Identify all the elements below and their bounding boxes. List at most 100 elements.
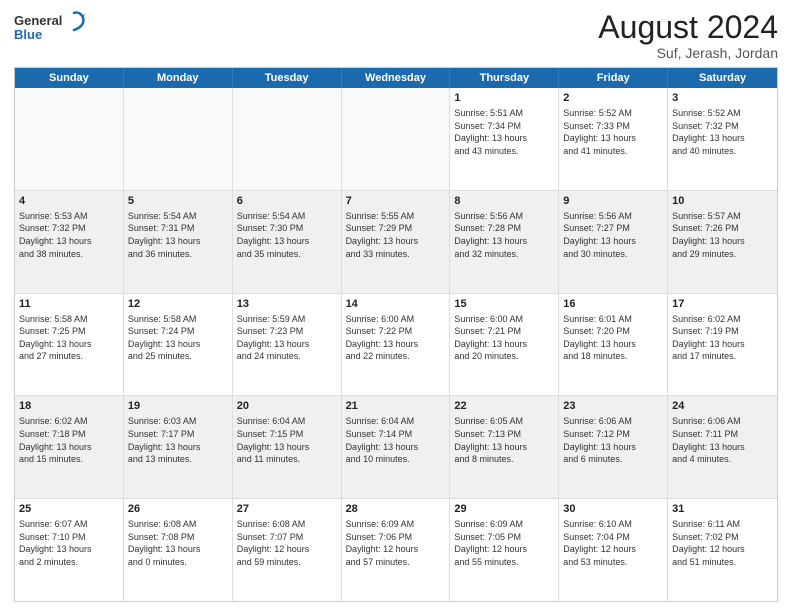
day-number: 9 xyxy=(563,194,663,209)
day-info: Sunrise: 6:03 AMSunset: 7:17 PMDaylight:… xyxy=(128,415,228,465)
sunrise-time: Sunrise: 6:07 AM xyxy=(19,518,119,531)
calendar-cell: 8Sunrise: 5:56 AMSunset: 7:28 PMDaylight… xyxy=(450,191,559,293)
day-info: Sunrise: 5:58 AMSunset: 7:25 PMDaylight:… xyxy=(19,313,119,363)
sunset-time: Sunset: 7:10 PM xyxy=(19,531,119,544)
sunset-time: Sunset: 7:33 PM xyxy=(563,120,663,133)
calendar-header-day: Wednesday xyxy=(342,68,451,88)
day-info: Sunrise: 5:53 AMSunset: 7:32 PMDaylight:… xyxy=(19,210,119,260)
daylight-minutes: and 13 minutes. xyxy=(128,453,228,466)
daylight-minutes: and 36 minutes. xyxy=(128,248,228,261)
daylight-minutes: and 22 minutes. xyxy=(346,350,446,363)
sunset-time: Sunset: 7:14 PM xyxy=(346,428,446,441)
daylight-hours: Daylight: 13 hours xyxy=(128,441,228,454)
calendar-cell: 28Sunrise: 6:09 AMSunset: 7:06 PMDayligh… xyxy=(342,499,451,601)
daylight-minutes: and 25 minutes. xyxy=(128,350,228,363)
calendar-cell: 26Sunrise: 6:08 AMSunset: 7:08 PMDayligh… xyxy=(124,499,233,601)
day-number: 3 xyxy=(672,91,773,106)
daylight-hours: Daylight: 13 hours xyxy=(128,338,228,351)
sunset-time: Sunset: 7:24 PM xyxy=(128,325,228,338)
day-info: Sunrise: 5:58 AMSunset: 7:24 PMDaylight:… xyxy=(128,313,228,363)
day-number: 13 xyxy=(237,297,337,312)
calendar-week: 25Sunrise: 6:07 AMSunset: 7:10 PMDayligh… xyxy=(15,499,777,601)
day-info: Sunrise: 5:52 AMSunset: 7:33 PMDaylight:… xyxy=(563,107,663,157)
sunrise-time: Sunrise: 5:59 AM xyxy=(237,313,337,326)
calendar-cell: 1Sunrise: 5:51 AMSunset: 7:34 PMDaylight… xyxy=(450,88,559,190)
sunrise-time: Sunrise: 5:57 AM xyxy=(672,210,773,223)
daylight-hours: Daylight: 13 hours xyxy=(563,441,663,454)
day-info: Sunrise: 6:09 AMSunset: 7:06 PMDaylight:… xyxy=(346,518,446,568)
day-number: 17 xyxy=(672,297,773,312)
day-info: Sunrise: 6:00 AMSunset: 7:21 PMDaylight:… xyxy=(454,313,554,363)
sunrise-time: Sunrise: 6:08 AM xyxy=(128,518,228,531)
daylight-hours: Daylight: 13 hours xyxy=(563,132,663,145)
day-info: Sunrise: 5:52 AMSunset: 7:32 PMDaylight:… xyxy=(672,107,773,157)
calendar-cell: 13Sunrise: 5:59 AMSunset: 7:23 PMDayligh… xyxy=(233,294,342,396)
daylight-hours: Daylight: 12 hours xyxy=(237,543,337,556)
sunrise-time: Sunrise: 5:52 AM xyxy=(563,107,663,120)
daylight-minutes: and 43 minutes. xyxy=(454,145,554,158)
day-number: 14 xyxy=(346,297,446,312)
day-number: 21 xyxy=(346,399,446,414)
daylight-minutes: and 6 minutes. xyxy=(563,453,663,466)
sunrise-time: Sunrise: 6:09 AM xyxy=(454,518,554,531)
day-number: 5 xyxy=(128,194,228,209)
sunrise-time: Sunrise: 6:06 AM xyxy=(672,415,773,428)
sunset-time: Sunset: 7:22 PM xyxy=(346,325,446,338)
sunset-time: Sunset: 7:11 PM xyxy=(672,428,773,441)
logo-bird-icon xyxy=(62,10,86,36)
day-info: Sunrise: 5:56 AMSunset: 7:28 PMDaylight:… xyxy=(454,210,554,260)
day-info: Sunrise: 5:55 AMSunset: 7:29 PMDaylight:… xyxy=(346,210,446,260)
daylight-minutes: and 20 minutes. xyxy=(454,350,554,363)
daylight-minutes: and 27 minutes. xyxy=(19,350,119,363)
sunset-time: Sunset: 7:31 PM xyxy=(128,222,228,235)
sunset-time: Sunset: 7:15 PM xyxy=(237,428,337,441)
calendar-cell: 30Sunrise: 6:10 AMSunset: 7:04 PMDayligh… xyxy=(559,499,668,601)
sunset-time: Sunset: 7:32 PM xyxy=(19,222,119,235)
sunrise-time: Sunrise: 6:04 AM xyxy=(346,415,446,428)
daylight-hours: Daylight: 13 hours xyxy=(454,441,554,454)
day-info: Sunrise: 5:54 AMSunset: 7:30 PMDaylight:… xyxy=(237,210,337,260)
sunset-time: Sunset: 7:29 PM xyxy=(346,222,446,235)
calendar-cell: 23Sunrise: 6:06 AMSunset: 7:12 PMDayligh… xyxy=(559,396,668,498)
sunrise-time: Sunrise: 6:09 AM xyxy=(346,518,446,531)
daylight-hours: Daylight: 13 hours xyxy=(19,543,119,556)
day-info: Sunrise: 6:07 AMSunset: 7:10 PMDaylight:… xyxy=(19,518,119,568)
calendar-cell: 20Sunrise: 6:04 AMSunset: 7:15 PMDayligh… xyxy=(233,396,342,498)
day-info: Sunrise: 6:11 AMSunset: 7:02 PMDaylight:… xyxy=(672,518,773,568)
day-number: 8 xyxy=(454,194,554,209)
title-block: August 2024 Suf, Jerash, Jordan xyxy=(598,10,778,61)
daylight-hours: Daylight: 13 hours xyxy=(563,235,663,248)
sunrise-time: Sunrise: 5:56 AM xyxy=(454,210,554,223)
daylight-minutes: and 24 minutes. xyxy=(237,350,337,363)
day-number: 19 xyxy=(128,399,228,414)
day-info: Sunrise: 6:04 AMSunset: 7:14 PMDaylight:… xyxy=(346,415,446,465)
sunrise-time: Sunrise: 5:54 AM xyxy=(128,210,228,223)
calendar-week: 18Sunrise: 6:02 AMSunset: 7:18 PMDayligh… xyxy=(15,396,777,499)
day-number: 7 xyxy=(346,194,446,209)
calendar-cell: 18Sunrise: 6:02 AMSunset: 7:18 PMDayligh… xyxy=(15,396,124,498)
day-info: Sunrise: 6:08 AMSunset: 7:08 PMDaylight:… xyxy=(128,518,228,568)
calendar-cell: 9Sunrise: 5:56 AMSunset: 7:27 PMDaylight… xyxy=(559,191,668,293)
sunrise-time: Sunrise: 5:53 AM xyxy=(19,210,119,223)
sunrise-time: Sunrise: 5:55 AM xyxy=(346,210,446,223)
day-number: 15 xyxy=(454,297,554,312)
daylight-hours: Daylight: 13 hours xyxy=(672,235,773,248)
sunrise-time: Sunrise: 6:02 AM xyxy=(672,313,773,326)
sunrise-time: Sunrise: 6:00 AM xyxy=(454,313,554,326)
daylight-minutes: and 57 minutes. xyxy=(346,556,446,569)
daylight-hours: Daylight: 12 hours xyxy=(563,543,663,556)
sunrise-time: Sunrise: 6:00 AM xyxy=(346,313,446,326)
day-number: 1 xyxy=(454,91,554,106)
daylight-hours: Daylight: 13 hours xyxy=(237,441,337,454)
day-number: 16 xyxy=(563,297,663,312)
sunset-time: Sunset: 7:19 PM xyxy=(672,325,773,338)
day-number: 20 xyxy=(237,399,337,414)
day-info: Sunrise: 6:06 AMSunset: 7:11 PMDaylight:… xyxy=(672,415,773,465)
daylight-hours: Daylight: 13 hours xyxy=(454,132,554,145)
daylight-hours: Daylight: 13 hours xyxy=(346,235,446,248)
calendar-cell: 24Sunrise: 6:06 AMSunset: 7:11 PMDayligh… xyxy=(668,396,777,498)
daylight-minutes: and 53 minutes. xyxy=(563,556,663,569)
day-number: 12 xyxy=(128,297,228,312)
calendar-cell xyxy=(124,88,233,190)
daylight-minutes: and 17 minutes. xyxy=(672,350,773,363)
